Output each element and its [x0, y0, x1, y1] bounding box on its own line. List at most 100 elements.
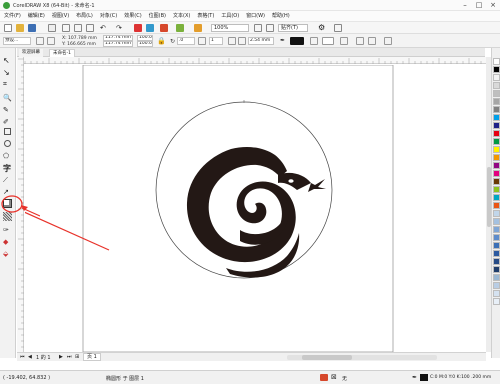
palette-swatch[interactable]	[493, 170, 500, 177]
full-screen-icon[interactable]	[254, 24, 262, 32]
interactive-fill-icon[interactable]: ◆	[3, 238, 12, 247]
palette-swatch[interactable]	[493, 202, 500, 209]
prev-page-icon[interactable]: ◀	[28, 354, 32, 360]
corner-count-field[interactable]: 1	[209, 37, 223, 45]
menu-text[interactable]: 文本(X)	[173, 11, 190, 22]
publish-pdf-icon[interactable]	[160, 24, 168, 32]
rulers-icon[interactable]	[266, 24, 274, 32]
add-preset-icon[interactable]	[36, 37, 44, 45]
palette-swatch[interactable]	[493, 266, 500, 273]
page-tab[interactable]: 页 1	[83, 353, 101, 361]
vertical-scroll-thumb[interactable]	[486, 167, 491, 227]
new-document-icon[interactable]	[4, 24, 12, 32]
minimize-button[interactable]: –	[458, 1, 472, 10]
mirror-horizontal-icon[interactable]	[198, 37, 206, 45]
artistic-media-icon[interactable]: ✐	[3, 118, 12, 127]
palette-swatch[interactable]	[493, 186, 500, 193]
palette-swatch[interactable]	[493, 274, 500, 281]
palette-swatch[interactable]	[493, 178, 500, 185]
palette-swatch[interactable]	[493, 154, 500, 161]
save-icon[interactable]	[28, 24, 36, 32]
palette-swatch[interactable]	[493, 82, 500, 89]
palette-swatch[interactable]	[493, 58, 500, 65]
palette-swatch[interactable]	[493, 130, 500, 137]
palette-swatch[interactable]	[493, 282, 500, 289]
launch-icon[interactable]	[334, 24, 342, 32]
lock-ratio-icon[interactable]: 🔒	[157, 37, 166, 45]
print-icon[interactable]	[48, 24, 56, 32]
palette-swatch[interactable]	[493, 74, 500, 81]
palette-swatch[interactable]	[493, 298, 500, 305]
tab-welcome-screen[interactable]: 欢迎屏幕	[19, 49, 43, 57]
menu-window[interactable]: 窗口(W)	[246, 11, 265, 22]
horizontal-scrollbar[interactable]	[287, 355, 437, 360]
palette-swatch[interactable]	[493, 162, 500, 169]
smart-fill-icon[interactable]: ⬙	[3, 250, 12, 259]
add-page-icon[interactable]: ⊞	[75, 354, 79, 360]
menu-table[interactable]: 表格(T)	[197, 11, 214, 22]
first-page-icon[interactable]: ⏮	[20, 354, 25, 360]
fill-icon[interactable]	[310, 37, 318, 45]
zoom-level-select[interactable]: 100%	[211, 24, 249, 32]
palette-swatch[interactable]	[493, 98, 500, 105]
palette-swatch[interactable]	[493, 114, 500, 121]
eyedropper-tool-icon[interactable]: ✑	[3, 226, 12, 235]
palette-swatch[interactable]	[493, 250, 500, 257]
palette-swatch[interactable]	[493, 194, 500, 201]
text-tool-icon[interactable]: 字	[3, 164, 12, 173]
crop-tool-icon[interactable]: ⌗	[3, 80, 12, 89]
polygon-tool-icon[interactable]: ⬠	[3, 152, 12, 161]
menu-layout[interactable]: 布局(L)	[76, 11, 93, 22]
rectangle-tool-icon[interactable]	[4, 128, 11, 135]
palette-swatch[interactable]	[493, 218, 500, 225]
last-page-icon[interactable]: ⏭	[67, 354, 72, 360]
scale-height-field[interactable]: 100.0	[137, 41, 153, 47]
menu-tools[interactable]: 工具(O)	[221, 11, 239, 22]
palette-swatch[interactable]	[493, 66, 500, 73]
palette-swatch[interactable]	[493, 290, 500, 297]
app-launcher-icon[interactable]	[176, 24, 184, 32]
menu-file[interactable]: 文件(F)	[4, 11, 21, 22]
rotation-angle-field[interactable]: .0	[177, 37, 195, 45]
convert-to-curves-icon[interactable]	[384, 37, 392, 45]
menu-view[interactable]: 视图(V)	[52, 11, 69, 22]
freehand-tool-icon[interactable]: ✎	[3, 106, 12, 115]
ellipse-tool-icon[interactable]	[4, 140, 11, 147]
menu-object[interactable]: 对象(C)	[100, 11, 117, 22]
pie-icon[interactable]	[238, 37, 246, 45]
redo-icon[interactable]: ↷	[116, 24, 124, 32]
tab-document[interactable]: 未命名-1	[49, 49, 75, 57]
snake-logo[interactable]	[186, 147, 326, 278]
to-back-icon[interactable]	[368, 37, 376, 45]
paste-icon[interactable]	[86, 24, 94, 32]
palette-swatch[interactable]	[493, 106, 500, 113]
export-icon[interactable]	[146, 24, 154, 32]
x-position-field[interactable]: X: 107.789 mm	[62, 36, 97, 41]
menu-help[interactable]: 帮助(H)	[272, 11, 290, 22]
palette-swatch[interactable]	[493, 258, 500, 265]
remove-preset-icon[interactable]	[47, 37, 55, 45]
menu-edit[interactable]: 编辑(E)	[28, 11, 45, 22]
import-icon[interactable]	[134, 24, 142, 32]
wrap-text-icon[interactable]	[340, 37, 348, 45]
horizontal-ruler[interactable]	[17, 57, 486, 64]
palette-swatch[interactable]	[493, 242, 500, 249]
palette-swatch[interactable]	[493, 210, 500, 217]
menu-bitmaps[interactable]: 位图(B)	[149, 11, 166, 22]
menu-effects[interactable]: 效果(C)	[124, 11, 141, 22]
outline-width-field[interactable]: 2.54 mm	[248, 37, 274, 45]
close-button[interactable]: ×	[486, 1, 500, 10]
corel-connect-icon[interactable]	[194, 24, 202, 32]
palette-swatch[interactable]	[493, 226, 500, 233]
copy-icon[interactable]	[74, 24, 82, 32]
palette-swatch[interactable]	[493, 90, 500, 97]
to-front-icon[interactable]	[356, 37, 364, 45]
pick-tool-icon[interactable]: ↖	[3, 56, 12, 65]
options-gear-icon[interactable]: ⚙	[318, 24, 326, 32]
outline-color-swatch[interactable]	[290, 37, 304, 45]
preset-select[interactable]: 预设...	[3, 37, 31, 45]
palette-swatch[interactable]	[493, 234, 500, 241]
palette-swatch[interactable]	[493, 122, 500, 129]
palette-swatch[interactable]	[493, 146, 500, 153]
maximize-button[interactable]: □	[472, 1, 486, 10]
